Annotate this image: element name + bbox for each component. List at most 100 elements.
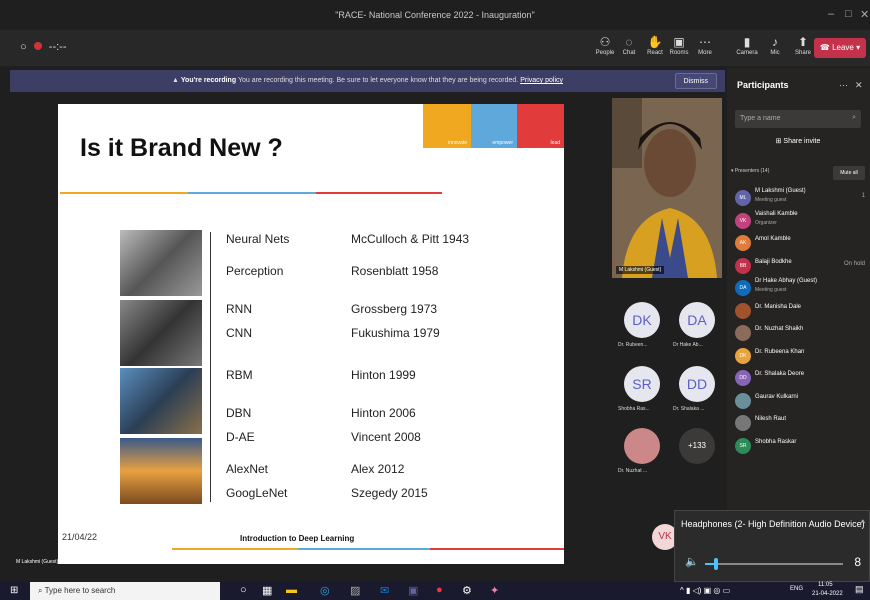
banner-text: You are recording this meeting. Be sure … (237, 77, 519, 84)
title-bar: "RACE- National Conference 2022 - Inaugu… (0, 0, 870, 30)
presenters-section[interactable]: ▾ Presenters (14) (731, 168, 769, 174)
participant-item[interactable]: ML M Lakshmi (Guest) Meeting guest 1 (735, 188, 867, 210)
participant-item[interactable]: VK Vaishali Kamble Organizer (735, 211, 867, 233)
participant-tile[interactable]: DA (679, 302, 715, 338)
participant-tile-name: Dr. Nuzhat ... (618, 468, 648, 474)
participant-item[interactable]: BB Balaji Bodkhe On hold (735, 256, 867, 278)
chevron-up-icon[interactable]: ^ (861, 518, 865, 528)
share-invite-button[interactable]: ⊞ Share invite (735, 134, 861, 150)
audio-device-label[interactable]: Headphones (2- High Definition Audio Dev… (681, 519, 865, 529)
notification-icon[interactable]: ▤ (855, 584, 864, 595)
laser-icon[interactable]: ▲ (74, 552, 84, 563)
model-name: DBN (226, 406, 252, 420)
more-button[interactable]: ⋯ More (690, 34, 720, 56)
participant-tile-name: Dr Hake Ab... (673, 342, 703, 348)
avatar (735, 325, 751, 341)
historic-computer-photo (120, 230, 202, 296)
maximize-button[interactable]: □ (845, 8, 852, 20)
pointer-icon[interactable]: ◐ (60, 552, 66, 563)
participant-name: Gaurav Kulkarni (755, 393, 799, 400)
participant-tile[interactable]: DK (624, 302, 660, 338)
windows-start-icon[interactable]: ⊞ (10, 585, 18, 596)
person-video-feed (612, 98, 722, 278)
participant-tile-name: Dr. Rubeen... (618, 342, 648, 348)
participant-name: Amol Kamble (755, 236, 791, 242)
participant-tile-name: Dr. Shalaka ... (673, 406, 705, 412)
clock-date[interactable]: 21-04-2022 (812, 591, 843, 597)
store-icon[interactable]: ▨ (350, 584, 360, 597)
system-tray-icons[interactable]: ^ ▮ ◁) ▣ ◎ ▭ (680, 586, 730, 595)
taskbar-app-icon[interactable]: ▦ (262, 584, 272, 597)
slide-date: 21/04/22 (62, 532, 98, 542)
participant-tile[interactable]: +133 (679, 428, 715, 464)
mute-all-button[interactable]: Mute all (833, 166, 865, 180)
speaker-icon[interactable]: 🔈 (685, 555, 699, 568)
model-name: AlexNet (226, 462, 269, 476)
volume-slider[interactable] (705, 558, 843, 570)
warning-icon: ▲ (172, 77, 179, 84)
taskbar: ⊞ ⌕ Type here to search ○ ▦ ▬ ◎ ▨ ✉ ▣ ● … (0, 582, 870, 600)
volume-level: 8 (854, 555, 861, 569)
next-icon[interactable]: ◐ (113, 552, 119, 563)
camera-button[interactable]: ▮ Camera (732, 34, 762, 56)
participant-tile[interactable]: SR (624, 366, 660, 402)
slide-rule-orange (60, 192, 188, 194)
teams-icon[interactable]: ▣ (408, 584, 418, 597)
model-author: Vincent 2008 (351, 430, 421, 444)
task-view-icon[interactable]: ○ (240, 584, 247, 596)
app-icon[interactable]: ✦ (490, 584, 499, 597)
participant-tile-name: Shobha Ras... (618, 406, 650, 412)
close-panel-icon[interactable]: ✕ (855, 80, 863, 91)
participant-item[interactable]: DA Dr Hake Abhay (Guest) Meeting guest (735, 278, 867, 300)
participant-item[interactable]: Gaurav Kulkarni (735, 391, 867, 413)
settings-gear-icon[interactable]: ⚙ (462, 584, 472, 597)
slide-rule-red (316, 192, 442, 194)
close-button[interactable]: ✕ (860, 8, 869, 21)
avatar (735, 392, 751, 409)
participant-name: Dr. Rubeena Khan (755, 348, 805, 355)
meeting-timer: --:-- (48, 41, 67, 53)
more-icon: ⋯ (699, 35, 711, 49)
model-author: Hinton 1999 (351, 368, 416, 382)
leave-button[interactable]: ☎ Leave ▾ (814, 38, 866, 58)
slides-icon[interactable]: ▤ (87, 552, 96, 563)
avatar: DD (735, 370, 751, 386)
participant-item[interactable]: AK Amol Kamble (735, 233, 867, 255)
participant-item[interactable]: Nilesh Raut (735, 413, 867, 435)
language-indicator[interactable]: ENG (790, 586, 803, 592)
participant-tile[interactable] (624, 428, 660, 464)
computer-lab-photo (120, 300, 202, 366)
shield-icon: ○ (20, 41, 27, 53)
edge-icon[interactable]: ◎ (320, 584, 330, 597)
more-options-icon[interactable]: ⋯ (839, 80, 848, 91)
taskbar-search[interactable]: ⌕ Type here to search (30, 582, 220, 600)
participant-item[interactable]: SR Shobha Raskar (735, 436, 867, 458)
presenter-label: M Lakshmi (Guest) (16, 559, 59, 565)
participant-item[interactable]: Dr. Manisha Dale (735, 301, 867, 323)
mail-icon[interactable]: ✉ (380, 584, 389, 597)
dismiss-button[interactable]: Dismiss (674, 73, 717, 89)
recording-banner: ▲ You're recording You are recording thi… (10, 70, 725, 92)
mic-button[interactable]: ♪ Mic (760, 34, 790, 56)
settings-icon[interactable]: ◉ (100, 552, 109, 563)
avatar: BB (735, 257, 751, 274)
model-name: Neural Nets (226, 232, 290, 246)
participant-search-input[interactable]: Type a name ⌕ (735, 110, 861, 128)
avatar: DK (735, 347, 751, 364)
participant-role: Meeting guest (755, 287, 787, 293)
participant-tile[interactable]: DD (679, 366, 715, 402)
search-icon: ⌕ (852, 114, 856, 121)
file-explorer-icon[interactable]: ▬ (286, 584, 297, 596)
model-author: McCulloch & Pitt 1943 (351, 232, 470, 246)
participant-item[interactable]: DD Dr. Shalaka Deore (735, 368, 867, 390)
minimize-button[interactable]: – (828, 8, 834, 20)
participant-item[interactable]: DK Dr. Rubeena Khan (735, 346, 867, 368)
clock-time[interactable]: 11:05 (818, 582, 833, 588)
people-label: People (595, 50, 615, 56)
privacy-policy-link[interactable]: Privacy policy (520, 77, 563, 84)
chrome-icon[interactable]: ● (436, 584, 443, 596)
chat-label: Chat (622, 50, 636, 56)
participant-item[interactable]: Dr. Nuzhat Shaikh (735, 323, 867, 345)
avatar (735, 415, 751, 431)
presenter-video[interactable]: M Lakshmi (Guest) (612, 98, 722, 278)
